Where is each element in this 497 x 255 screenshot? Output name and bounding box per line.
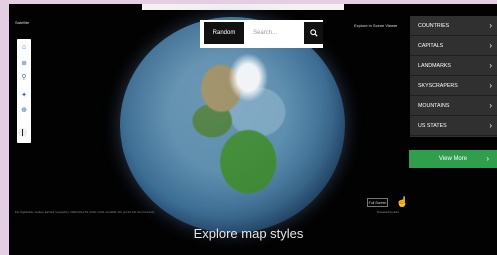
menu-item-skyscrapers[interactable]: SKYSCRAPERS › — [410, 76, 497, 96]
menu-item-mountains[interactable]: MOUNTAINS › — [410, 96, 497, 116]
menu-item-landmarks[interactable]: LANDMARKS › — [410, 56, 497, 76]
top-bar — [142, 4, 344, 10]
search-input[interactable]: Search... — [247, 22, 303, 44]
compass-icon[interactable] — [18, 128, 27, 137]
random-button[interactable]: Random — [204, 22, 244, 44]
view-more-button[interactable]: View More › — [409, 150, 497, 168]
menu-item-label: COUNTRIES — [418, 23, 450, 29]
hand-icon[interactable]: ☝ — [396, 198, 408, 208]
map-viewer[interactable]: Satellite Explore in Scene Viewer Random… — [9, 4, 497, 255]
caption: Explore map styles — [193, 226, 304, 241]
menu-item-label: MOUNTAINS — [418, 103, 450, 109]
menu-item-label: SKYSCRAPERS — [418, 83, 458, 89]
powered-by-text: Powered by Esri — [377, 210, 399, 214]
full-screen-button[interactable]: Full Screen — [367, 198, 388, 207]
menu-item-countries[interactable]: COUNTRIES › — [410, 16, 497, 36]
chevron-right-icon: › — [489, 61, 492, 70]
chevron-right-icon: › — [489, 21, 492, 30]
menu-item-us-states[interactable]: US STATES › — [410, 116, 497, 136]
menu-item-label: LANDMARKS — [418, 63, 451, 69]
menu-item-capitals[interactable]: CAPITALS › — [410, 36, 497, 56]
navigation-icon[interactable]: ✦ — [19, 91, 29, 101]
zoom-icon[interactable]: ⊕ — [19, 106, 29, 116]
globe-shading — [120, 17, 345, 233]
category-menu: COUNTRIES › CAPITALS › LANDMARKS › SKYSC… — [410, 16, 497, 137]
menu-item-label: CAPITALS — [418, 43, 444, 49]
chevron-right-icon: › — [489, 121, 492, 130]
chevron-right-icon: › — [486, 154, 489, 163]
search-icon — [309, 29, 318, 37]
pin-icon[interactable]: ⚲ — [19, 73, 29, 83]
menu-item-label: US STATES — [418, 123, 447, 129]
chevron-right-icon: › — [489, 101, 492, 110]
chevron-right-icon: › — [489, 81, 492, 90]
view-more-label: View More — [438, 156, 468, 162]
layers-icon[interactable]: ≣ — [19, 59, 29, 69]
chevron-right-icon: › — [489, 41, 492, 50]
map-attribution: Esri, DigitalGlobe, GeoEye, Earthstar Ge… — [15, 211, 155, 214]
satellite-label: Satellite — [15, 20, 30, 25]
search-button[interactable] — [304, 22, 323, 44]
scene-viewer-link[interactable]: Explore in Scene Viewer — [354, 23, 398, 28]
home-icon[interactable]: ⌂ — [19, 43, 29, 53]
